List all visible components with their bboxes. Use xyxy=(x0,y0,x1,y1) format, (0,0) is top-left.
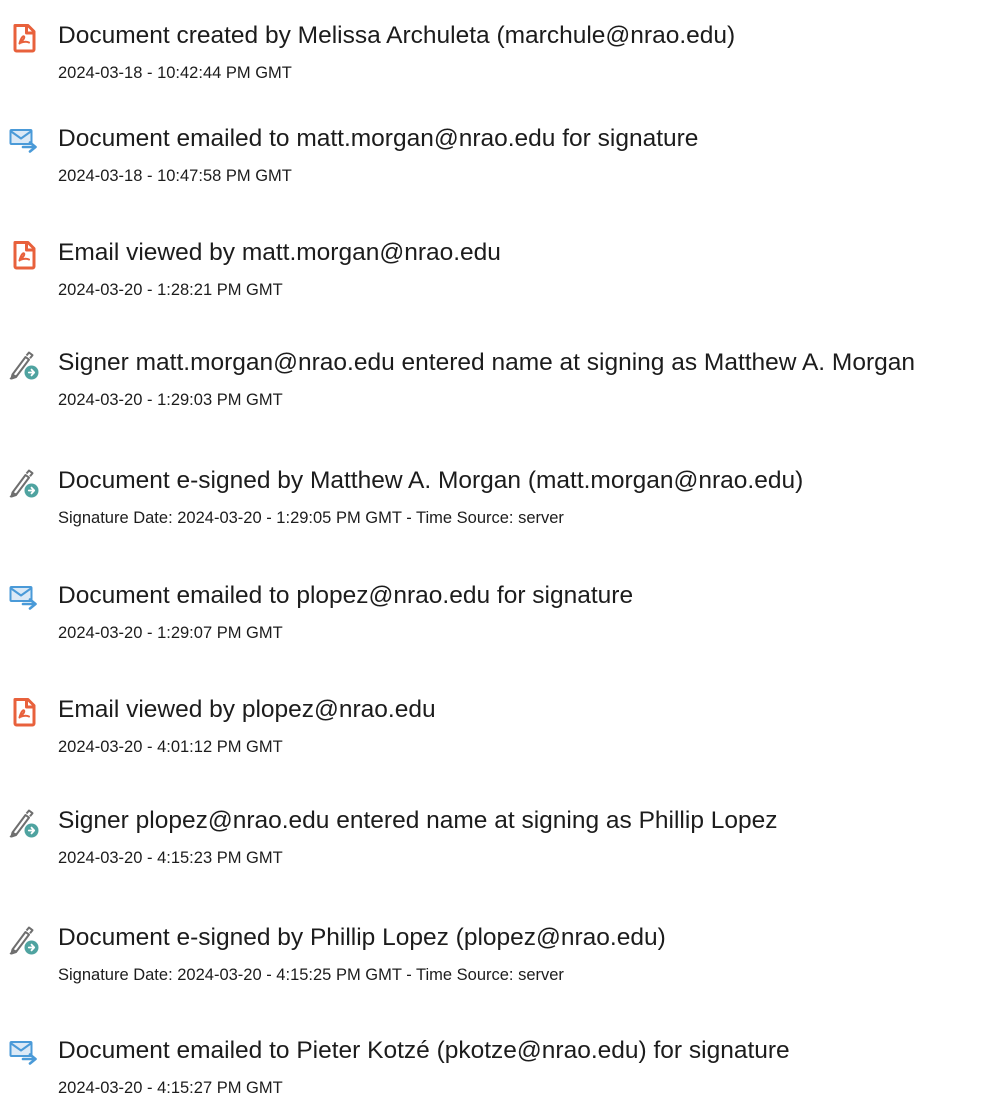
audit-event: Document e-signed by Matthew A. Morgan (… xyxy=(0,467,990,548)
audit-event: Email viewed by matt.morgan@nrao.edu 202… xyxy=(0,239,990,320)
document-viewed-icon xyxy=(9,240,39,270)
document-created-icon xyxy=(9,23,39,53)
audit-event: Document emailed to plopez@nrao.edu for … xyxy=(0,582,990,663)
event-title: Document emailed to Pieter Kotzé (pkotze… xyxy=(58,1037,790,1064)
audit-event: Document e-signed by Phillip Lopez (plop… xyxy=(0,924,990,1005)
event-timestamp: 2024-03-20 - 1:29:03 PM GMT xyxy=(58,391,283,409)
event-title: Document e-signed by Matthew A. Morgan (… xyxy=(58,467,804,494)
audit-event-list: Document created by Melissa Archuleta (m… xyxy=(0,0,990,1103)
signature-date: Signature Date: 2024-03-20 - 4:15:25 PM … xyxy=(58,966,564,984)
event-title: Email viewed by plopez@nrao.edu xyxy=(58,696,436,723)
e-sign-pen-icon xyxy=(9,468,39,498)
event-title: Document e-signed by Phillip Lopez (plop… xyxy=(58,924,666,951)
email-sent-icon xyxy=(9,126,39,156)
audit-event: Document emailed to Pieter Kotzé (pkotze… xyxy=(0,1037,990,1118)
event-timestamp: 2024-03-20 - 4:15:23 PM GMT xyxy=(58,849,283,867)
event-timestamp: 2024-03-20 - 4:01:12 PM GMT xyxy=(58,738,283,756)
audit-event: Email viewed by plopez@nrao.edu 2024-03-… xyxy=(0,696,990,777)
event-timestamp: 2024-03-20 - 1:28:21 PM GMT xyxy=(58,281,283,299)
event-title: Signer matt.morgan@nrao.edu entered name… xyxy=(58,349,915,376)
audit-event: Signer matt.morgan@nrao.edu entered name… xyxy=(0,349,990,430)
e-sign-pen-icon xyxy=(9,350,39,380)
document-viewed-icon xyxy=(9,697,39,727)
event-title: Document emailed to plopez@nrao.edu for … xyxy=(58,582,634,609)
audit-event: Document emailed to matt.morgan@nrao.edu… xyxy=(0,125,990,206)
event-title: Signer plopez@nrao.edu entered name at s… xyxy=(58,807,778,834)
e-sign-pen-icon xyxy=(9,808,39,838)
event-timestamp: 2024-03-20 - 4:15:27 PM GMT xyxy=(58,1079,283,1097)
event-title: Document created by Melissa Archuleta (m… xyxy=(58,22,736,49)
audit-event: Document created by Melissa Archuleta (m… xyxy=(0,22,990,103)
event-timestamp: 2024-03-18 - 10:42:44 PM GMT xyxy=(58,64,292,82)
event-title: Document emailed to matt.morgan@nrao.edu… xyxy=(58,125,699,152)
event-timestamp: 2024-03-20 - 1:29:07 PM GMT xyxy=(58,624,283,642)
event-timestamp: 2024-03-18 - 10:47:58 PM GMT xyxy=(58,167,292,185)
signature-date: Signature Date: 2024-03-20 - 1:29:05 PM … xyxy=(58,509,564,527)
email-sent-icon xyxy=(9,583,39,613)
email-sent-icon xyxy=(9,1038,39,1068)
e-sign-pen-icon xyxy=(9,925,39,955)
event-title: Email viewed by matt.morgan@nrao.edu xyxy=(58,239,501,266)
audit-event: Signer plopez@nrao.edu entered name at s… xyxy=(0,807,990,888)
